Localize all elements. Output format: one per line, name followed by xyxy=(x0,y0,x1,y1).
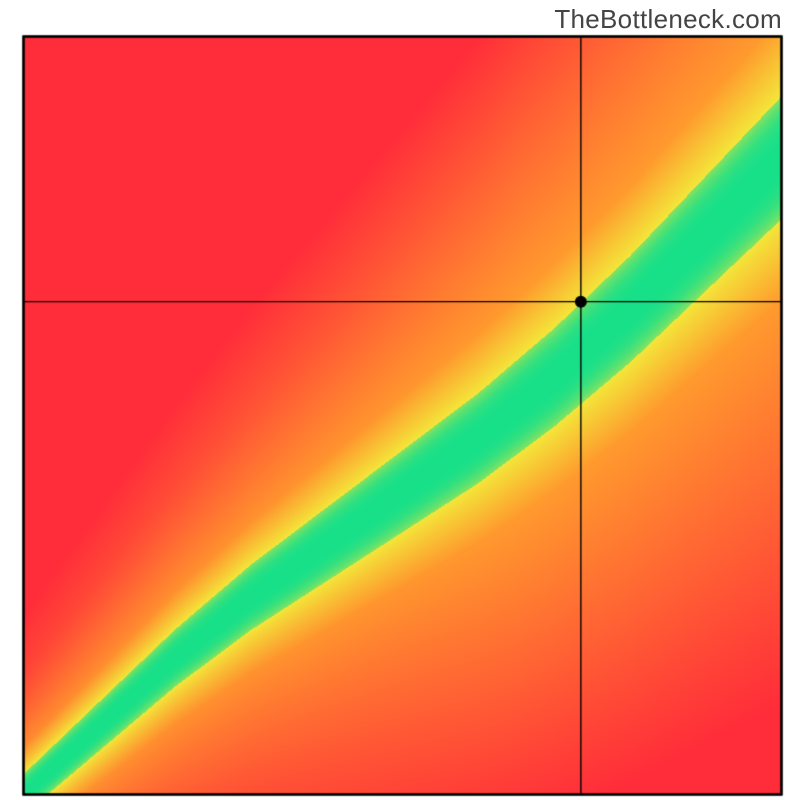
watermark-text: TheBottleneck.com xyxy=(554,4,782,35)
crosshair-overlay xyxy=(0,0,800,800)
